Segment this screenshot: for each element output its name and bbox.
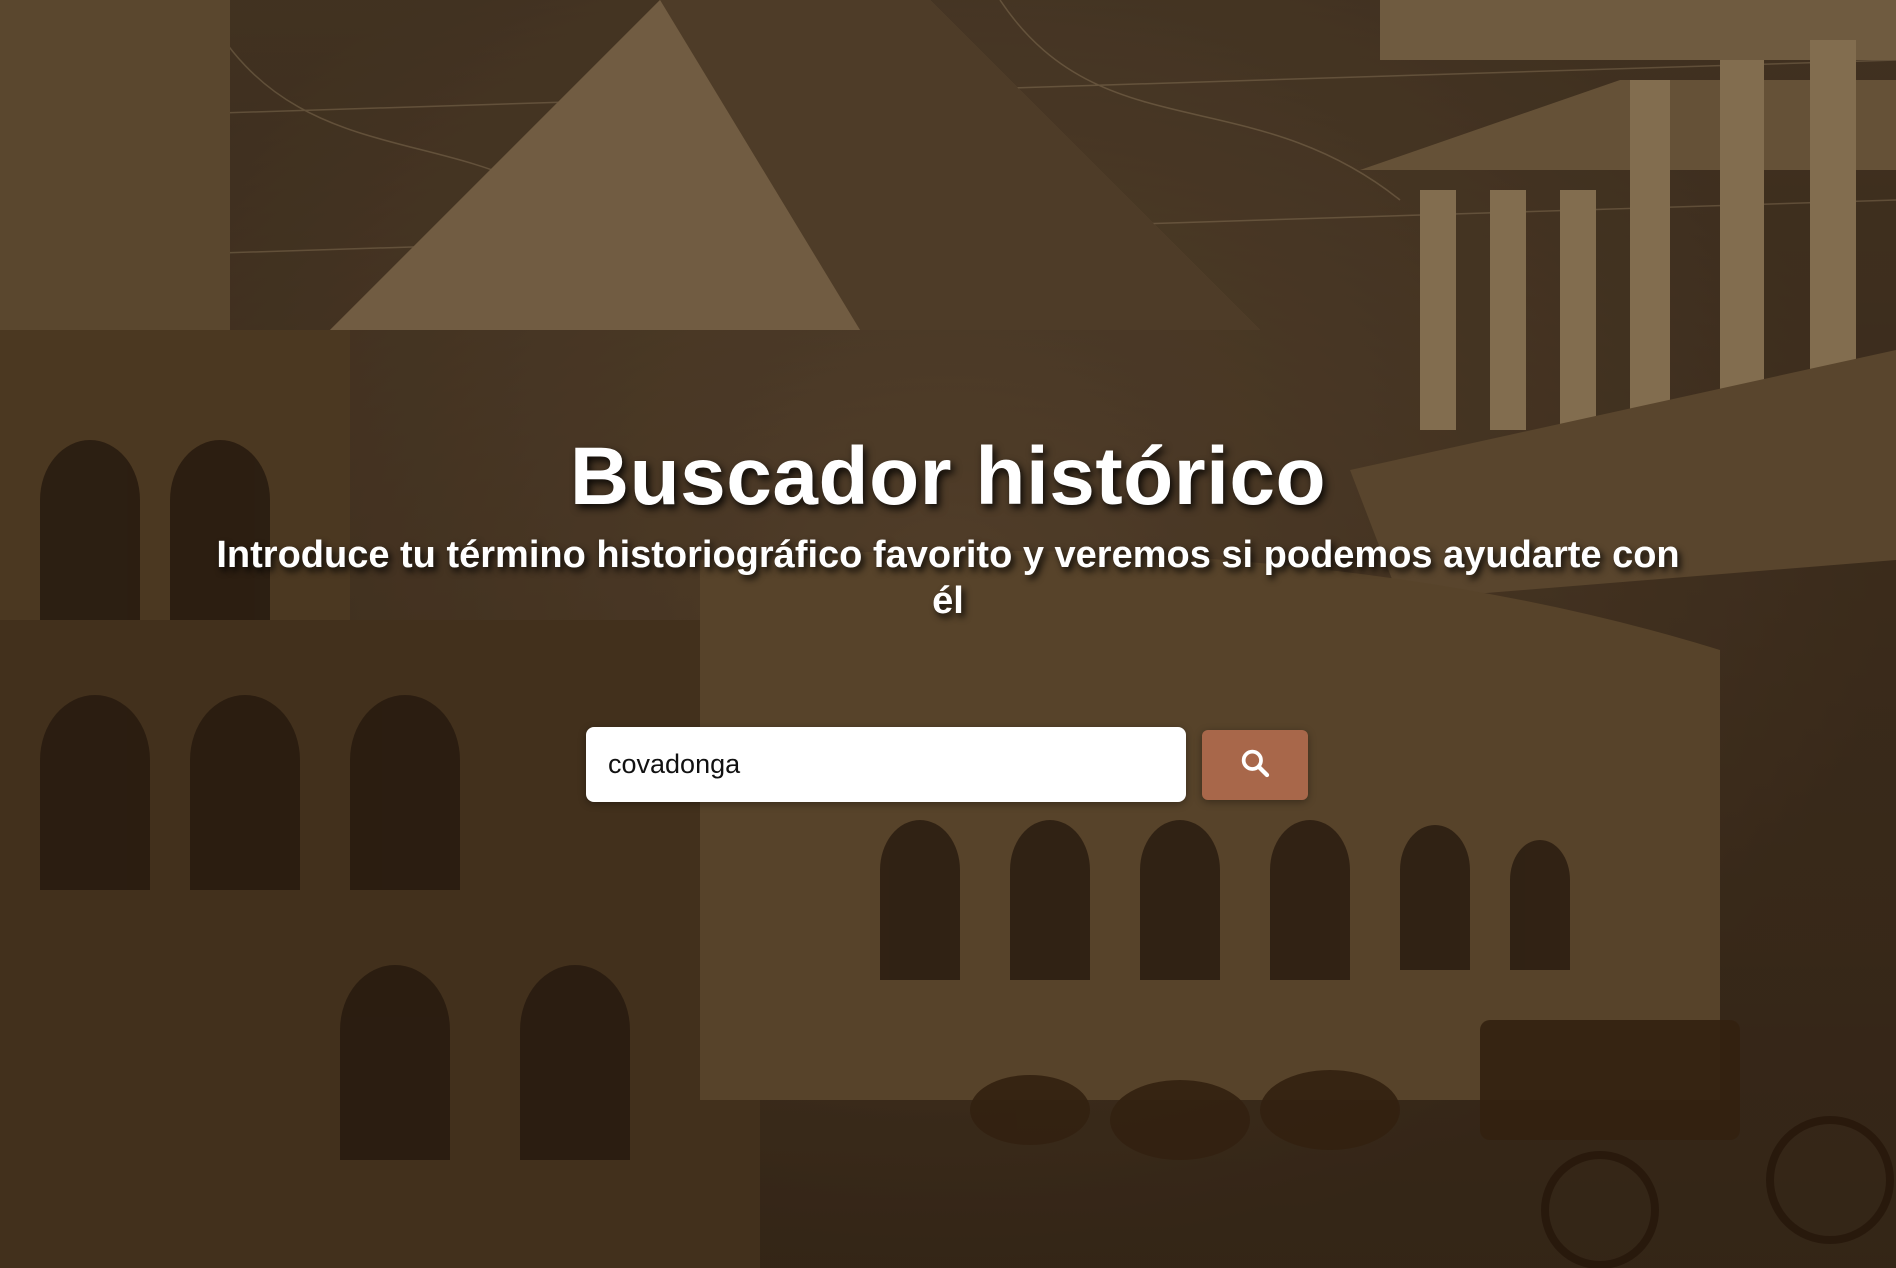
- search-button[interactable]: [1202, 729, 1308, 800]
- page-subtitle: Introduce tu término historiográfico fav…: [216, 534, 1680, 622]
- page: Buscador histórico Introduce tu término …: [0, 0, 1896, 1268]
- search-icon: [1239, 747, 1271, 782]
- background-collage-image: [0, 0, 1896, 1268]
- hero: Buscador histórico Introduce tu término …: [0, 430, 1896, 624]
- search-bar: [586, 727, 1308, 802]
- page-title: Buscador histórico: [569, 431, 1327, 522]
- search-input[interactable]: [586, 727, 1186, 802]
